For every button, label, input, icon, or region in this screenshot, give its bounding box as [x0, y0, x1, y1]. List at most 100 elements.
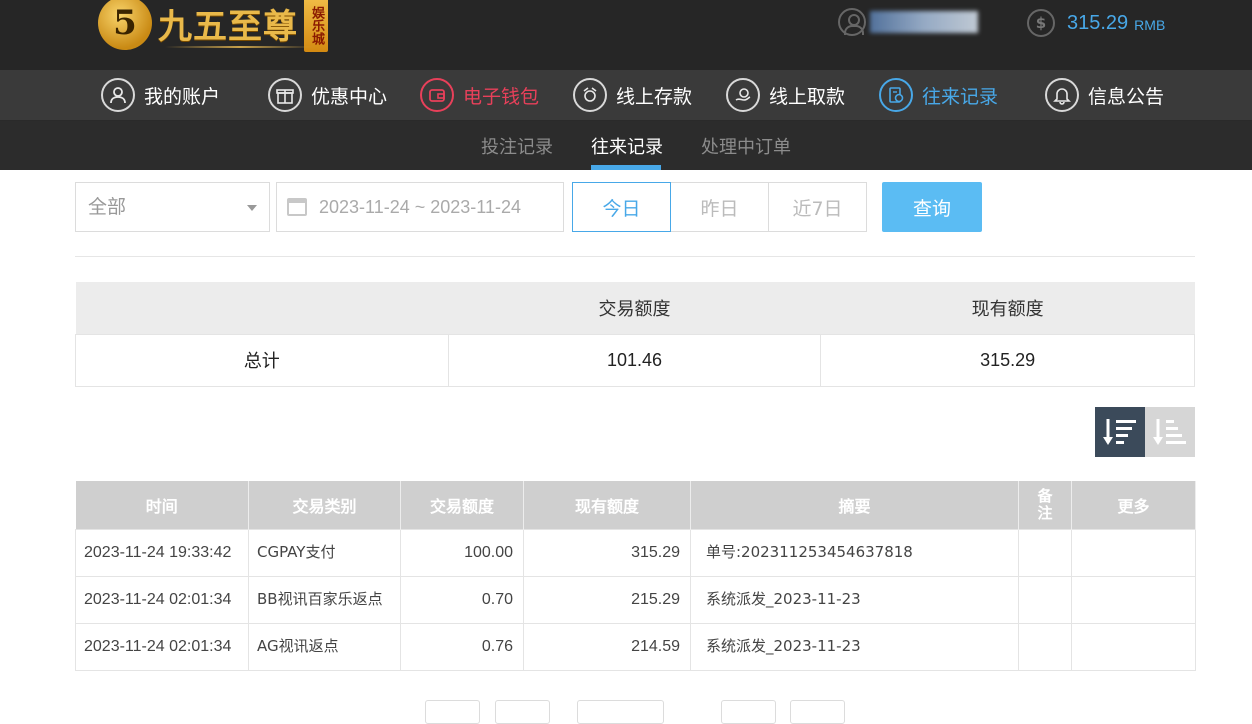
nav-transaction-records[interactable]: 往来记录: [879, 78, 998, 112]
select-value: 全部: [88, 196, 127, 218]
page-select[interactable]: [577, 700, 664, 724]
sort-descending-button[interactable]: [1095, 407, 1145, 457]
transaction-type-select[interactable]: 全部: [75, 182, 270, 232]
username-redacted: [870, 11, 978, 33]
quick-range-group: 今日 昨日 近7日: [572, 182, 867, 232]
nav-label: 我的账户: [144, 85, 221, 108]
column-header-balance: 现有额度: [523, 481, 691, 529]
caret-down-icon: [247, 205, 257, 211]
column-header-type: 交易类别: [248, 481, 401, 529]
nav-label: 线上存款: [616, 85, 693, 108]
date-range-picker[interactable]: 2023-11-24 ~ 2023-11-24: [276, 182, 564, 232]
column-header-note: 备注: [1018, 481, 1072, 529]
cell-balance: 315.29: [523, 528, 691, 577]
cell-note: [1018, 528, 1072, 577]
user-icon: [101, 78, 135, 112]
summary-current-amount: 315.29: [820, 333, 1195, 387]
records-header-row: 时间 交易类别 交易额度 现有额度 摘要 备注 更多: [75, 481, 1196, 529]
nav-announcements[interactable]: 信息公告: [1045, 78, 1164, 112]
first-page-button[interactable]: [425, 700, 480, 724]
sort-ascending-button[interactable]: [1145, 407, 1195, 457]
summary-total-label: 总计: [75, 333, 449, 387]
logo-mark: 5: [98, 0, 152, 50]
balance-unit: RMB: [1134, 17, 1166, 33]
cell-type: AG视讯返点: [248, 622, 401, 671]
gift-icon: [268, 78, 302, 112]
summary-header-blank: [75, 282, 449, 334]
column-header-memo: 摘要: [690, 481, 1019, 529]
nav-my-account[interactable]: 我的账户: [101, 78, 220, 112]
table-row: 2023-11-24 19:33:42 CGPAY支付 100.00 315.2…: [75, 528, 1196, 577]
wallet-icon: [420, 78, 454, 112]
nav-label: 往来记录: [922, 85, 999, 108]
dollar-coin-icon: $: [1027, 9, 1055, 37]
cell-balance: 214.59: [523, 622, 691, 671]
next-page-button[interactable]: [721, 700, 776, 724]
logo-badge: 娱乐城: [304, 0, 328, 52]
balance-amount: 315.29: [1067, 11, 1129, 34]
bell-icon: [1045, 78, 1079, 112]
tab-bet-records[interactable]: 投注记录: [481, 133, 553, 159]
date-range-value: 2023-11-24 ~ 2023-11-24: [319, 196, 521, 217]
range-last7days-button[interactable]: 近7日: [768, 182, 867, 232]
prev-page-button[interactable]: [495, 700, 550, 724]
deposit-icon: [573, 78, 607, 112]
logo-text: 九五至尊: [158, 6, 298, 47]
cell-memo: 系统派发_2023-11-23: [690, 622, 1019, 671]
tab-transaction-records[interactable]: 往来记录: [591, 133, 663, 159]
nav-promotions[interactable]: 优惠中心: [268, 78, 387, 112]
records-icon: [879, 78, 913, 112]
query-button[interactable]: 查询: [882, 182, 982, 232]
cell-note: [1018, 575, 1072, 624]
summary-header-row: 交易额度 现有额度: [75, 282, 1195, 334]
top-header: 5 九五至尊 娱乐城 $ 315.29 RMB: [0, 0, 1252, 70]
user-account[interactable]: [838, 8, 978, 36]
filter-bar: 全部 2023-11-24 ~ 2023-11-24 今日 昨日 近7日 查询: [0, 170, 1252, 256]
summary-table: 交易额度 现有额度 总计 101.46 315.29: [75, 282, 1195, 387]
sort-ascending-icon: [1153, 419, 1186, 445]
range-today-button[interactable]: 今日: [572, 182, 671, 232]
nav-label: 优惠中心: [311, 85, 388, 108]
cell-memo: 单号:202311253454637818: [690, 528, 1019, 577]
nav-online-deposit[interactable]: 线上存款: [573, 78, 692, 112]
cell-type: CGPAY支付: [248, 528, 401, 577]
nav-label: 电子钱包: [463, 85, 540, 108]
section-divider: [75, 256, 1195, 257]
logo-divider: [165, 46, 315, 48]
range-yesterday-button[interactable]: 昨日: [670, 182, 769, 232]
nav-online-withdraw[interactable]: 线上取款: [726, 78, 845, 112]
user-icon: [838, 8, 866, 36]
summary-trade-amount: 101.46: [447, 333, 822, 387]
cell-time: 2023-11-24 19:33:42: [75, 528, 249, 577]
cell-time: 2023-11-24 02:01:34: [75, 622, 249, 671]
cell-memo: 系统派发_2023-11-23: [690, 575, 1019, 624]
column-header-amount: 交易额度: [400, 481, 524, 529]
cell-balance: 215.29: [523, 575, 691, 624]
withdraw-icon: [726, 78, 760, 112]
cell-amount: 0.70: [400, 575, 524, 624]
balance-display: $ 315.29 RMB: [1027, 9, 1165, 37]
records-table: 时间 交易类别 交易额度 现有额度 摘要 备注 更多 2023-11-24 19…: [75, 481, 1196, 671]
calendar-icon: [287, 198, 307, 216]
nav-label: 线上取款: [769, 85, 846, 108]
cell-more[interactable]: [1071, 575, 1196, 624]
cell-time: 2023-11-24 02:01:34: [75, 575, 249, 624]
nav-e-wallet[interactable]: 电子钱包: [420, 78, 539, 112]
pagination: [0, 700, 1252, 724]
main-nav: 我的账户 优惠中心 电子钱包 线上存款 线上取款 往来记录 信息公告: [0, 70, 1252, 121]
cell-note: [1018, 622, 1072, 671]
summary-total-row: 总计 101.46 315.29: [75, 333, 1195, 387]
tab-pending-orders[interactable]: 处理中订单: [701, 133, 791, 159]
summary-header-current-amount: 现有额度: [820, 282, 1195, 334]
last-page-button[interactable]: [790, 700, 845, 724]
cell-more[interactable]: [1071, 622, 1196, 671]
cell-amount: 100.00: [400, 528, 524, 577]
sort-toggle-group: [1095, 407, 1195, 457]
summary-header-trade-amount: 交易额度: [448, 282, 821, 334]
sub-nav: 投注记录 往来记录 处理中订单: [0, 121, 1252, 170]
table-row: 2023-11-24 02:01:34 AG视讯返点 0.76 214.59 系…: [75, 622, 1196, 671]
cell-type: BB视讯百家乐返点: [248, 575, 401, 624]
table-row: 2023-11-24 02:01:34 BB视讯百家乐返点 0.70 215.2…: [75, 575, 1196, 624]
cell-more[interactable]: [1071, 528, 1196, 577]
nav-label: 信息公告: [1088, 85, 1165, 108]
